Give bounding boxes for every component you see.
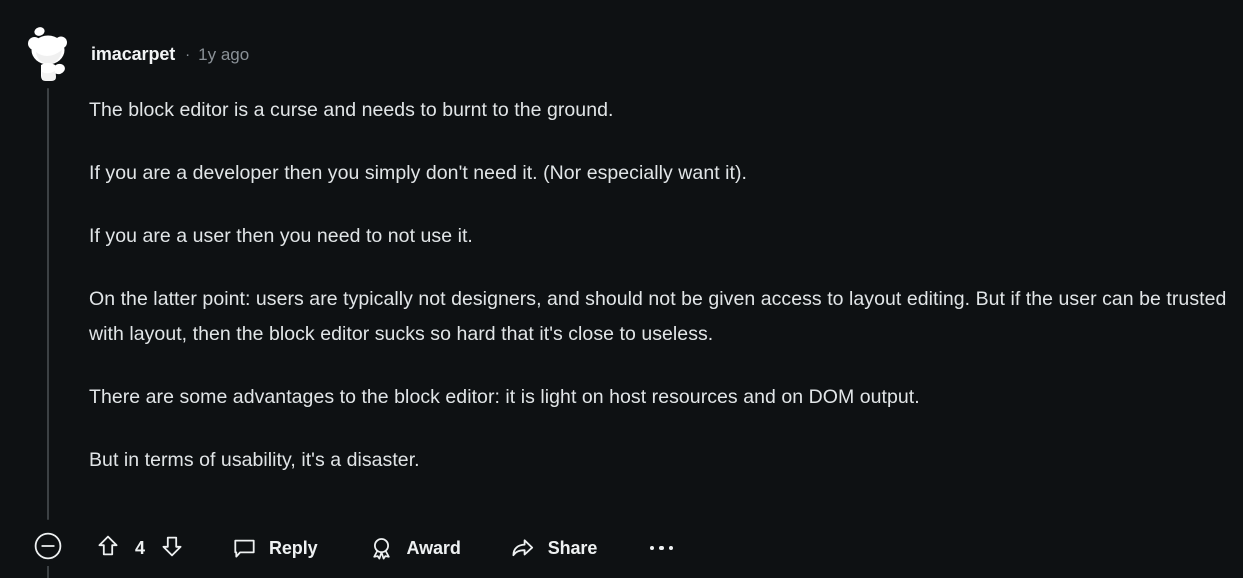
award-rosette-icon xyxy=(369,535,395,561)
share-arrow-icon xyxy=(510,535,536,561)
minus-circle-icon xyxy=(33,531,63,566)
comment-action-bar: 4 Reply Award Share xyxy=(0,524,676,572)
more-horizontal-icon xyxy=(649,545,673,551)
comment-header: imacarpet · 1y ago xyxy=(0,22,249,86)
award-label: Award xyxy=(406,538,461,558)
upvote-arrow-icon xyxy=(95,533,121,564)
avatar[interactable] xyxy=(20,22,76,86)
vote-group: 4 xyxy=(94,533,186,563)
comment-paragraph: If you are a developer then you simply d… xyxy=(89,162,748,184)
vote-count: 4 xyxy=(134,538,145,558)
comment-body: The block editor is a curse and needs to… xyxy=(89,93,1229,478)
comment-paragraph: If you are a user then you need to not u… xyxy=(89,225,473,247)
downvote-arrow-icon xyxy=(159,533,185,564)
reply-label: Reply xyxy=(269,538,318,558)
comment-container: imacarpet · 1y ago The block editor is a… xyxy=(0,0,1243,578)
comment-bubble-icon xyxy=(231,535,257,561)
comment-paragraph: But in terms of usability, it's a disast… xyxy=(89,449,420,471)
collapse-thread-button[interactable] xyxy=(31,531,65,565)
comment-timestamp: 1y ago xyxy=(198,44,250,64)
meta-separator: · xyxy=(185,45,191,63)
share-button[interactable]: Share xyxy=(510,530,598,566)
reply-button[interactable]: Reply xyxy=(231,530,318,566)
comment-paragraph: On the latter point: users are typically… xyxy=(89,288,1227,345)
downvote-button[interactable] xyxy=(158,533,186,563)
more-options-button[interactable] xyxy=(646,533,676,563)
comment-paragraph: The block editor is a curse and needs to… xyxy=(89,99,614,121)
comment-author-name[interactable]: imacarpet xyxy=(91,45,175,63)
upvote-button[interactable] xyxy=(94,533,122,563)
share-label: Share xyxy=(547,538,598,558)
award-button[interactable]: Award xyxy=(369,530,461,566)
comment-paragraph: There are some advantages to the block e… xyxy=(89,386,920,408)
snoo-avatar-icon xyxy=(22,25,74,83)
thread-collapse-line[interactable] xyxy=(47,88,49,520)
